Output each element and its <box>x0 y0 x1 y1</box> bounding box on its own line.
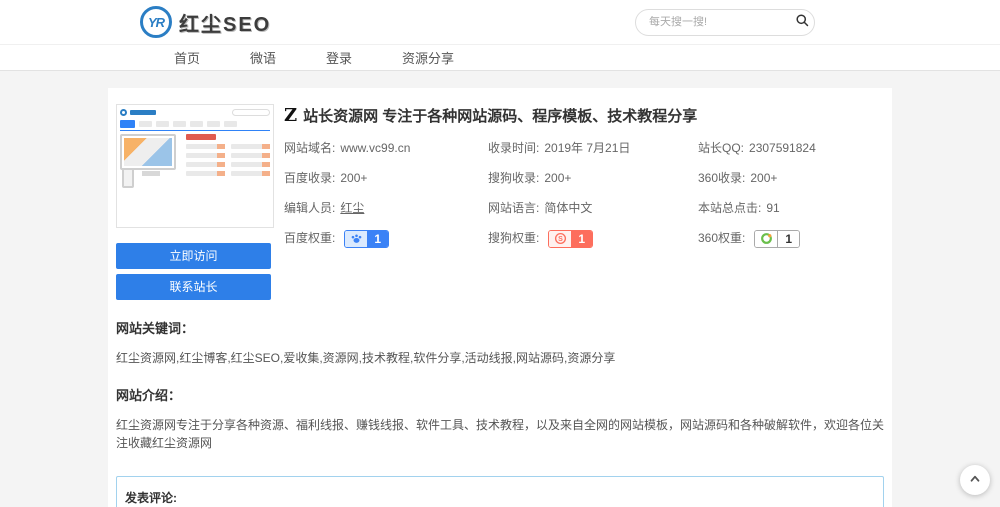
site-header: YR 红尘SEO <box>0 0 1000 44</box>
page-body: 立即访问 联系站长 Z 站长资源网 专注于各种网站源码、程序模板、技术教程分享 … <box>0 71 1000 507</box>
thumbnail-decoration <box>120 134 270 188</box>
page-title: Z 站长资源网 专注于各种网站源码、程序模板、技术教程分享 <box>284 105 884 126</box>
keywords-heading: 网站关键词： <box>116 318 884 337</box>
site-info: Z 站长资源网 专注于各种网站源码、程序模板、技术教程分享 网站域名:www.v… <box>284 104 884 300</box>
keywords-text: 红尘资源网,红尘博客,红尘SEO,爱收集,资源网,技术教程,软件分享,活动线报,… <box>116 349 884 367</box>
detail-baidu-index: 百度收录:200+ <box>284 169 488 187</box>
nav-item-login[interactable]: 登录 <box>322 48 356 67</box>
logo-text: 红尘SEO <box>179 8 271 37</box>
comment-form-heading: 发表评论: <box>125 489 875 506</box>
sogou-icon: S <box>549 230 571 248</box>
site-details-grid: 网站域名:www.vc99.cn 收录时间:2019年 7月21日 站长QQ:2… <box>284 139 884 247</box>
thumbnail-decoration <box>120 120 270 131</box>
logo[interactable]: YR 红尘SEO <box>140 6 271 38</box>
main-nav: 首页 微语 登录 资源分享 <box>0 44 1000 71</box>
intro-heading: 网站介绍： <box>116 385 884 404</box>
nav-item-weiyu[interactable]: 微语 <box>246 48 280 67</box>
detail-360-index: 360收录:200+ <box>698 169 884 187</box>
intro-text: 红尘资源网专注于分享各种资源、福利线报、赚钱线报、软件工具、技术教程，以及来自全… <box>116 416 884 452</box>
search-icon <box>795 13 810 31</box>
contact-webmaster-button[interactable]: 联系站长 <box>116 274 271 300</box>
detail-sogou-index: 搜狗收录:200+ <box>488 169 698 187</box>
baidu-paw-icon <box>345 230 367 248</box>
search-input[interactable] <box>636 16 791 28</box>
logo-icon: YR <box>140 6 172 38</box>
sogou-weight-badge[interactable]: S1 <box>548 230 593 248</box>
nav-item-home[interactable]: 首页 <box>170 48 204 67</box>
chevron-up-icon <box>968 472 982 489</box>
thumbnail-decoration <box>120 109 270 116</box>
detail-domain: 网站域名:www.vc99.cn <box>284 139 488 157</box>
detail-language: 网站语言:简体中文 <box>488 199 698 217</box>
360-icon <box>755 230 777 248</box>
content-card: 立即访问 联系站长 Z 站长资源网 专注于各种网站源码、程序模板、技术教程分享 … <box>108 88 892 507</box>
baidu-weight-badge[interactable]: 1 <box>344 230 389 248</box>
detail-baidu-weight: 百度权重:1 <box>284 229 488 247</box>
detail-360-weight: 360权重:1 <box>698 229 884 247</box>
site-thumbnail[interactable] <box>116 104 274 228</box>
visit-site-button[interactable]: 立即访问 <box>116 243 271 269</box>
detail-sogou-weight: 搜狗权重:S1 <box>488 229 698 247</box>
site-title-text: 站长资源网 专注于各种网站源码、程序模板、技术教程分享 <box>303 105 697 126</box>
so360-weight-badge[interactable]: 1 <box>754 230 800 248</box>
search-button[interactable] <box>791 13 815 31</box>
comment-form: 发表评论: 昵称 邮件地址 (选填) 个人主页 (选填) <box>116 476 884 507</box>
search-box <box>635 9 815 36</box>
detail-indexed-date: 收录时间:2019年 7月21日 <box>488 139 698 157</box>
site-favicon-icon: Z <box>284 107 297 125</box>
detail-editor: 编辑人员:红尘 <box>284 199 488 217</box>
detail-total-clicks: 本站总点击:91 <box>698 199 884 217</box>
nav-item-resources[interactable]: 资源分享 <box>398 48 458 67</box>
scroll-to-top-button[interactable] <box>960 465 990 495</box>
detail-webmaster-qq: 站长QQ:2307591824 <box>698 139 884 157</box>
svg-text:S: S <box>558 236 563 243</box>
left-column: 立即访问 联系站长 <box>116 104 276 300</box>
editor-link[interactable]: 红尘 <box>340 201 364 215</box>
